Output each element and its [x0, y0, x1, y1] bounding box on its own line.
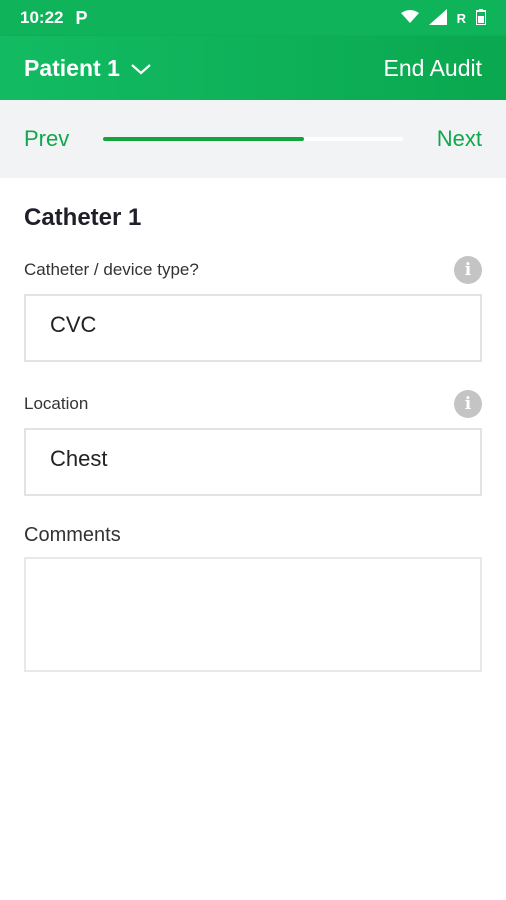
device-type-section: Catheter / device type? i CVC [24, 256, 482, 362]
patient-selector[interactable]: Patient 1 [24, 55, 152, 82]
device-type-label: Catheter / device type? [24, 260, 199, 279]
wifi-icon [400, 9, 419, 27]
location-field[interactable]: Chest [24, 428, 482, 496]
location-section: Location i Chest [24, 390, 482, 496]
parking-icon: P [75, 7, 88, 28]
clock: 10:22 [20, 8, 64, 27]
roaming-label: R [456, 10, 466, 26]
comments-label: Comments [24, 524, 121, 546]
form-content: Catheter 1 Catheter / device type? i CVC… [0, 178, 506, 672]
battery-icon [475, 8, 487, 28]
form-title: Catheter 1 [24, 204, 142, 231]
patient-title: Patient 1 [24, 54, 120, 81]
next-button[interactable]: Next [437, 126, 482, 152]
progress-track [103, 137, 403, 141]
end-audit-button[interactable]: End Audit [384, 55, 482, 82]
signal-icon [428, 8, 447, 28]
location-label: Location [24, 394, 89, 413]
comments-field[interactable] [24, 557, 482, 672]
device-type-field[interactable]: CVC [24, 294, 482, 362]
chevron-down-icon [130, 55, 152, 82]
status-bar: 10:22 P R [0, 0, 506, 36]
info-icon[interactable]: i [454, 390, 482, 418]
app-bar: Patient 1 End Audit [0, 36, 506, 100]
prev-button[interactable]: Prev [24, 126, 69, 152]
comments-section: Comments [24, 524, 482, 672]
info-icon[interactable]: i [454, 256, 482, 284]
progress-fill [103, 137, 304, 141]
pager: Prev Next [0, 100, 506, 178]
